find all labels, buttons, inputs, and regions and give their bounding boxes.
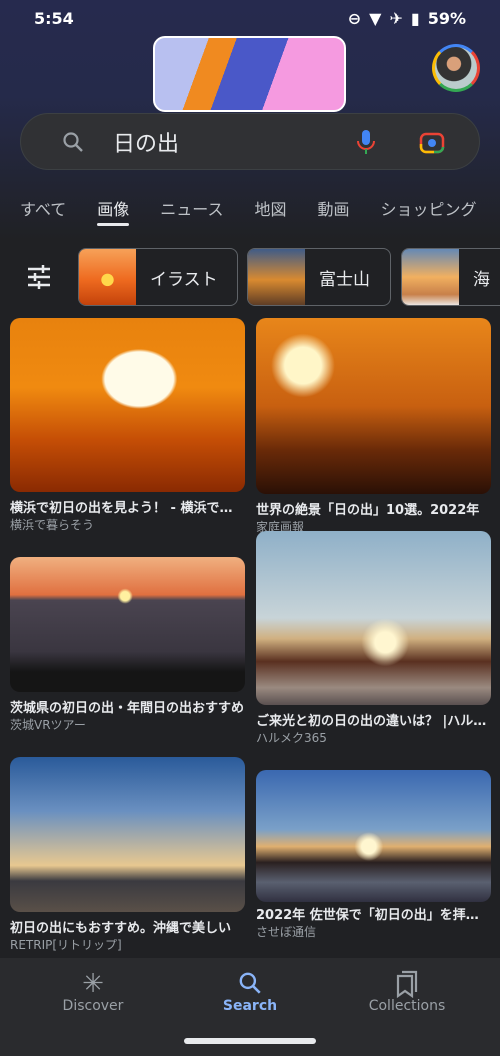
result-image[interactable] <box>256 770 491 902</box>
result-title[interactable]: 初日の出にもおすすめ。沖縄で美しい <box>10 920 245 937</box>
tab-news[interactable]: ニュース <box>160 196 223 228</box>
status-bar: 5:54 ⊖ ▼ ✈ ▮ 59% <box>34 8 466 28</box>
nav-discover[interactable]: ✳ Discover <box>23 970 163 1014</box>
nav-search[interactable]: Search <box>180 970 320 1014</box>
chip-thumbnail <box>248 249 305 305</box>
image-result[interactable]: 2022年 佐世保で「初日の出」を拝める させぼ通信 <box>256 770 491 941</box>
google-doodle[interactable] <box>153 36 346 112</box>
image-result[interactable]: 横浜で初日の出を見よう！ - 横浜で暮らそう 横浜で暮らそう <box>10 318 245 534</box>
result-title[interactable]: 世界の絶景「日の出」10選。2022年 <box>256 502 491 519</box>
asterisk-icon: ✳ <box>82 969 104 999</box>
chip-illust[interactable]: イラスト <box>78 248 238 306</box>
chip-thumbnail <box>402 249 459 305</box>
result-source: 茨城VRツアー <box>10 718 86 732</box>
result-image[interactable] <box>10 557 245 692</box>
result-title[interactable]: 横浜で初日の出を見よう！ - 横浜で暮らそう <box>10 500 245 517</box>
battery-level: 59% <box>427 8 466 28</box>
dnd-icon: ⊖ <box>347 8 362 28</box>
tab-videos[interactable]: 動画 <box>317 196 349 228</box>
chip-thumbnail <box>79 249 136 305</box>
result-title[interactable]: 2022年 佐世保で「初日の出」を拝める <box>256 907 491 924</box>
search-icon <box>63 131 83 152</box>
google-lens-icon[interactable] <box>419 130 445 154</box>
result-image[interactable] <box>256 531 491 705</box>
home-indicator[interactable] <box>184 1038 316 1044</box>
tab-images[interactable]: 画像 <box>97 196 130 228</box>
airplane-icon: ✈ <box>389 8 403 28</box>
result-source: RETRIP[リトリップ] <box>10 938 122 952</box>
search-bar[interactable]: 日の出 <box>20 113 480 170</box>
tab-all[interactable]: すべて <box>20 196 66 228</box>
result-title[interactable]: 茨城県の初日の出・年間日の出おすすめ <box>10 700 245 717</box>
search-tabs: すべて 画像 ニュース 地図 動画 ショッピング <box>20 196 500 228</box>
chip-fuji[interactable]: 富士山 <box>247 248 391 306</box>
result-image[interactable] <box>256 318 491 494</box>
wifi-icon: ▼ <box>369 8 382 28</box>
search-icon <box>180 970 320 998</box>
image-result[interactable]: 初日の出にもおすすめ。沖縄で美しい RETRIP[リトリップ] <box>10 757 245 954</box>
nav-collections[interactable]: Collections <box>337 970 477 1014</box>
filter-icon[interactable] <box>27 265 51 289</box>
result-source: させぼ通信 <box>256 925 317 939</box>
tab-maps[interactable]: 地図 <box>254 196 286 228</box>
collections-icon <box>337 970 477 999</box>
result-source: 横浜で暮らそう <box>10 518 95 532</box>
image-result[interactable]: ご来光と初の日の出の違いは？ |ハルメク ハルメク365 <box>256 531 491 747</box>
result-title[interactable]: ご来光と初の日の出の違いは？ |ハルメク <box>256 713 491 730</box>
clock: 5:54 <box>34 8 74 28</box>
avatar[interactable] <box>432 44 480 92</box>
tab-shopping[interactable]: ショッピング <box>381 196 477 228</box>
result-source: ハルメク365 <box>256 731 327 745</box>
microphone-icon[interactable] <box>355 128 377 156</box>
image-result[interactable]: 世界の絶景「日の出」10選。2022年 家庭画報 <box>256 318 491 536</box>
battery-icon: ▮ <box>410 8 420 28</box>
result-image[interactable] <box>10 757 245 912</box>
image-result[interactable]: 茨城県の初日の出・年間日の出おすすめ 茨城VRツアー <box>10 557 245 734</box>
result-image[interactable] <box>10 318 245 492</box>
search-input[interactable]: 日の出 <box>113 126 179 158</box>
chip-sea[interactable]: 海 <box>401 248 500 306</box>
